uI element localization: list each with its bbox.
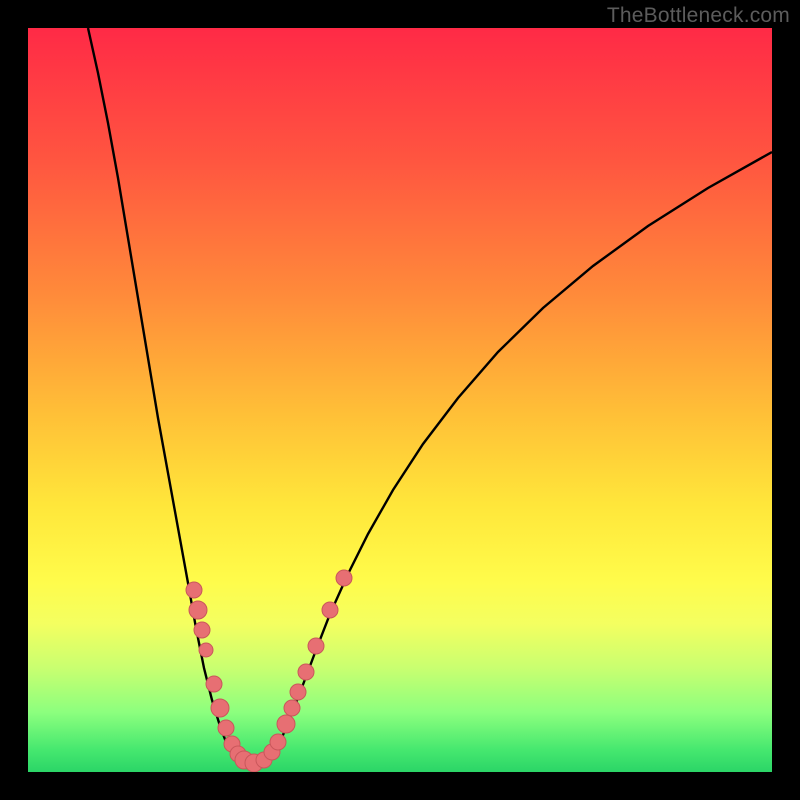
benchmark-dot <box>277 715 295 733</box>
benchmark-dot <box>186 582 202 598</box>
chart-plot-area <box>28 28 772 772</box>
benchmark-dot <box>211 699 229 717</box>
benchmark-dot <box>194 622 210 638</box>
benchmark-dot <box>284 700 300 716</box>
benchmark-markers <box>186 570 352 772</box>
bottleneck-chart-svg <box>28 28 772 772</box>
benchmark-dot <box>218 720 234 736</box>
benchmark-dot <box>270 734 286 750</box>
watermark-text: TheBottleneck.com <box>607 4 790 28</box>
benchmark-dot <box>199 643 213 657</box>
benchmark-dot <box>206 676 222 692</box>
benchmark-dot <box>290 684 306 700</box>
benchmark-dot <box>322 602 338 618</box>
benchmark-dot <box>298 664 314 680</box>
benchmark-dot <box>336 570 352 586</box>
benchmark-dot <box>308 638 324 654</box>
benchmark-dot <box>189 601 207 619</box>
bottleneck-curve <box>88 28 772 764</box>
